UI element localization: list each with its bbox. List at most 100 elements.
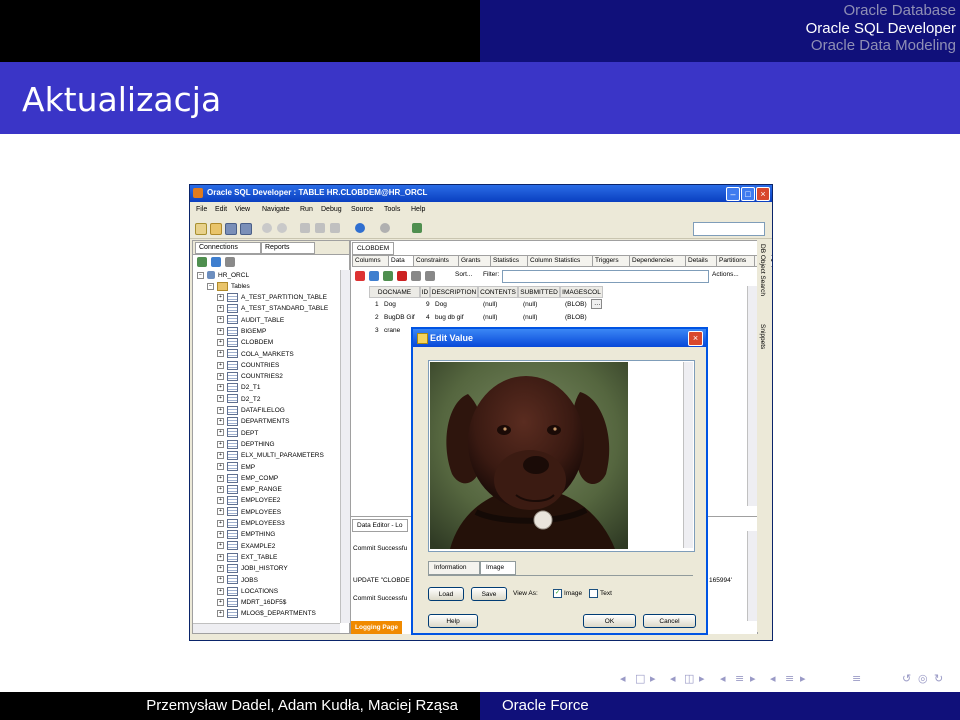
menu-source[interactable]: Source <box>351 206 373 213</box>
tab-clobdem[interactable]: CLOBDEM <box>352 242 395 255</box>
nav-section-data-modeling[interactable]: Oracle Data Modeling <box>806 37 956 55</box>
expand-icon[interactable]: + <box>217 440 224 448</box>
grid-cell[interactable]: (BLOB) <box>563 312 587 324</box>
tree-vertical-scrollbar[interactable] <box>340 270 350 623</box>
beamer-nav-icon[interactable]: ▸ <box>750 672 756 685</box>
subtab-dependencies[interactable]: Dependencies <box>629 255 686 267</box>
nav-section-database[interactable]: Oracle Database <box>806 2 956 20</box>
menu-navigate[interactable]: Navigate <box>262 206 290 213</box>
tree-table-item[interactable]: + AUDIT_TABLE <box>217 315 284 326</box>
grid-column-header[interactable]: SUBMITTED <box>518 286 560 298</box>
tree-table-item[interactable]: + COUNTRIES2 <box>217 371 283 382</box>
subtab-details[interactable]: Details <box>685 255 717 267</box>
tree-table-item[interactable]: + COUNTRIES <box>217 360 279 371</box>
tree-table-item[interactable]: + EMPTHING <box>217 529 275 540</box>
tab-reports[interactable]: Reports <box>261 242 315 254</box>
beamer-nav-icon[interactable]: ◫ <box>684 672 694 685</box>
tab-logging-page[interactable]: Logging Page <box>351 621 402 634</box>
tab-information[interactable]: Information <box>428 561 480 575</box>
menu-tools[interactable]: Tools <box>384 206 400 213</box>
back-icon[interactable] <box>355 223 365 233</box>
copy-icon[interactable] <box>315 223 325 233</box>
tree-table-item[interactable]: + EMP <box>217 462 255 473</box>
tree-table-item[interactable]: + DATAFILELOG <box>217 405 285 416</box>
save-all-icon[interactable] <box>240 223 252 235</box>
expand-icon[interactable]: + <box>217 305 224 313</box>
sql-worksheet-icon[interactable] <box>412 223 422 233</box>
save-button[interactable]: Save <box>471 587 507 601</box>
beamer-nav-icon[interactable]: ≡ <box>852 672 861 685</box>
expand-icon[interactable]: + <box>217 350 224 358</box>
tree-table-item[interactable]: + EXAMPLE2 <box>217 541 275 552</box>
beamer-nav-icon[interactable]: ▸ <box>800 672 806 685</box>
tree-table-item[interactable]: + EMPLOYEE2 <box>217 495 280 506</box>
tab-connections[interactable]: Connections <box>195 242 261 254</box>
grid-cell[interactable]: Dog <box>382 299 396 311</box>
subtab-column-statistics[interactable]: Column Statistics <box>527 255 593 267</box>
expand-icon[interactable]: + <box>217 553 224 561</box>
expand-icon[interactable]: + <box>217 293 224 301</box>
grid-column-header[interactable]: IMAGESCOL <box>560 286 603 298</box>
image-checkbox[interactable]: ✓ <box>553 589 562 598</box>
tree-table-item[interactable]: + D2_T1 <box>217 382 261 393</box>
expand-icon[interactable]: + <box>217 463 224 471</box>
search-input[interactable] <box>693 222 765 236</box>
grid-cell[interactable]: (BLOB) <box>563 299 587 311</box>
tree-table-item[interactable]: + JOBS <box>217 575 258 586</box>
add-connection-icon[interactable] <box>197 257 207 267</box>
expand-icon[interactable]: + <box>217 531 224 539</box>
edit-value-ellipsis-button[interactable]: … <box>591 299 602 309</box>
redo-icon[interactable] <box>277 223 287 233</box>
tree-table-item[interactable]: + DEPTHING <box>217 439 275 450</box>
tree-table-item[interactable]: + BIGEMP <box>217 326 266 337</box>
tree-table-item[interactable]: + JOBI_HISTORY <box>217 563 288 574</box>
expand-icon[interactable]: + <box>217 338 224 346</box>
tree-table-item[interactable]: + EMPLOYEES <box>217 507 281 518</box>
grid-cell[interactable]: crane <box>382 325 400 337</box>
subtab-statistics[interactable]: Statistics <box>490 255 528 267</box>
menu-edit[interactable]: Edit <box>215 206 227 213</box>
load-button[interactable]: Load <box>428 587 464 601</box>
subtab-partitions[interactable]: Partitions <box>716 255 755 267</box>
expand-icon[interactable]: + <box>217 610 224 618</box>
nav-section-sql-developer[interactable]: Oracle SQL Developer <box>806 20 956 38</box>
tree-table-item[interactable]: + EXT_TABLE <box>217 552 277 563</box>
beamer-nav-icon[interactable]: ↺ <box>902 672 911 685</box>
tree-table-item[interactable]: + COLA_MARKETS <box>217 349 294 360</box>
expand-icon[interactable]: + <box>217 474 224 482</box>
tree-table-item[interactable]: + A_TEST_PARTITION_TABLE <box>217 292 327 303</box>
tree-horizontal-scrollbar[interactable] <box>193 623 340 633</box>
refresh-icon[interactable] <box>211 257 221 267</box>
tree-connection[interactable]: − HR_ORCL <box>197 270 249 281</box>
tree-table-item[interactable]: + ELX_MULTI_PARAMETERS <box>217 450 324 461</box>
expand-icon[interactable]: + <box>217 587 224 595</box>
grid-vertical-scrollbar[interactable] <box>747 286 757 506</box>
menu-file[interactable]: File <box>196 206 207 213</box>
beamer-nav-icon[interactable]: ◎ <box>918 672 928 685</box>
grid-cell[interactable]: 4 <box>424 312 430 324</box>
refresh-data-icon[interactable] <box>369 271 379 281</box>
menu-run[interactable]: Run <box>300 206 313 213</box>
expand-icon[interactable]: + <box>217 406 224 414</box>
grid-cell[interactable]: (null) <box>481 312 497 324</box>
beamer-nav-icon[interactable]: ↻ <box>934 672 943 685</box>
beamer-nav-icon[interactable]: ▸ <box>699 672 705 685</box>
cancel-button[interactable]: Cancel <box>643 614 696 628</box>
beamer-nav-icon[interactable]: ◂ <box>770 672 776 685</box>
new-icon[interactable] <box>195 223 207 235</box>
filter-input[interactable] <box>502 270 709 283</box>
image-vertical-scrollbar[interactable] <box>683 362 693 548</box>
tree-table-item[interactable]: + DEPT <box>217 428 258 439</box>
expand-icon[interactable]: + <box>217 429 224 437</box>
filter-icon[interactable] <box>225 257 235 267</box>
expand-icon[interactable]: + <box>217 598 224 606</box>
grid-column-header[interactable]: DESCRIPTION <box>430 286 478 298</box>
text-checkbox[interactable] <box>589 589 598 598</box>
tab-image[interactable]: Image <box>480 561 516 575</box>
expand-icon[interactable]: + <box>217 497 224 505</box>
beamer-nav-icon[interactable]: ▸ <box>650 672 656 685</box>
subtab-columns[interactable]: Columns <box>352 255 389 267</box>
sort-button[interactable]: Sort... <box>455 271 472 278</box>
beamer-nav-icon[interactable]: ◂ <box>620 672 626 685</box>
beamer-nav-icon[interactable]: ≡ <box>735 672 744 685</box>
